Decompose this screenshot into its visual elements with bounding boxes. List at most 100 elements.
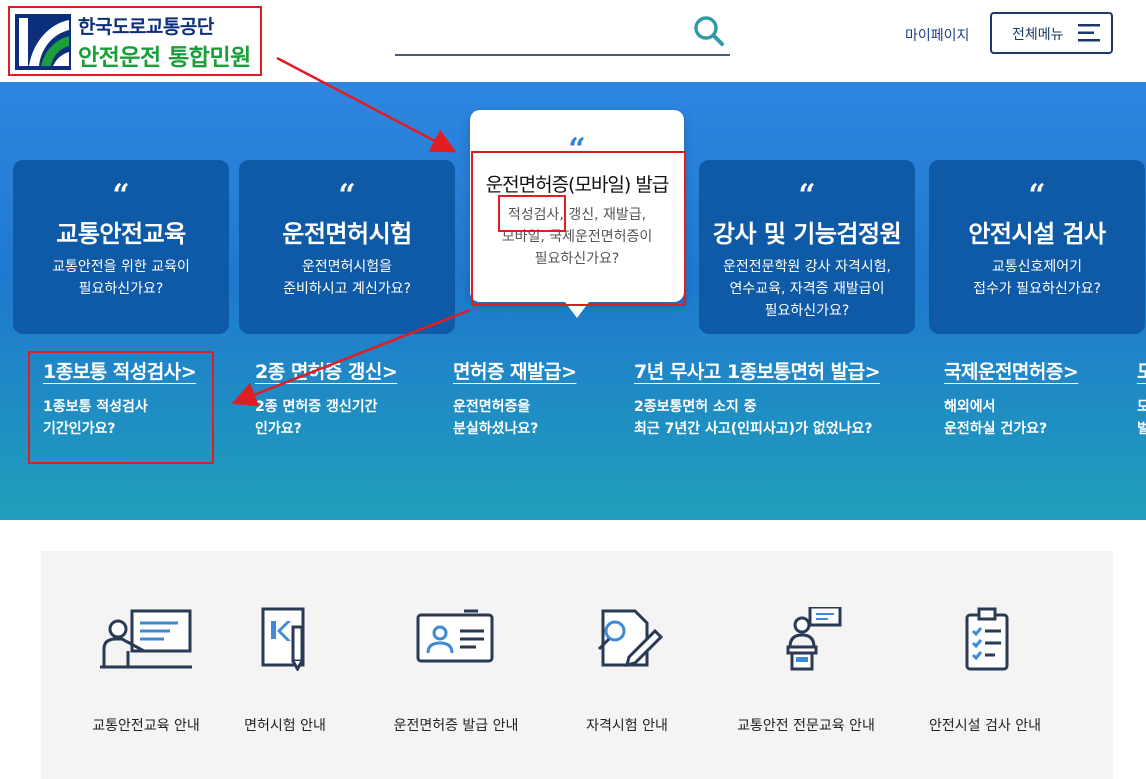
service-expert-education[interactable]: 교통안전 전문교육 안내 — [726, 607, 886, 735]
quick-link-desc-line: 2종 면허증 갱신기간 — [255, 399, 378, 415]
quick-link-title-text: 2종 면허증 갱신 — [255, 361, 382, 383]
quick-link-desc-line: 1종보통 적성검사 — [43, 399, 148, 415]
quick-link-desc-line: 벌 — [1137, 421, 1146, 437]
quick-link-desc: 2종보통면허 소지 중최근 7년간 사고(인피사고)가 없었나요? — [634, 396, 880, 440]
card-license-test[interactable]: “ 운전면허시험 운전면허시험을 준비하시고 계신가요? — [239, 160, 455, 334]
chevron-right-icon: > — [561, 361, 577, 383]
card-desc-line: 접수가 필요하신가요? — [973, 281, 1101, 297]
card-desc-line: 필요하신가요? — [78, 281, 164, 297]
service-license-test[interactable]: 면허시험 안내 — [205, 607, 365, 735]
quick-link-desc-line: 기간인가요? — [43, 421, 116, 437]
card-license-issuance[interactable]: “ 운전면허증(모바일) 발급 적성검사, 갱신, 재발급, 모바일, 국제운전… — [470, 110, 684, 302]
quick-link-title-text: 면허증 재발급 — [453, 361, 562, 383]
quick-link-title: 1종보통 적성검사> — [43, 357, 197, 384]
service-label: 교통안전 전문교육 안내 — [737, 718, 875, 734]
quick-link-title: 2종 면허증 갱신> — [255, 357, 398, 384]
quote-icon: “ — [568, 132, 586, 167]
card-desc-line: 필요하신가요? — [764, 303, 850, 319]
presentation-icon — [100, 609, 192, 669]
mypage-link[interactable]: 마이페이지 — [905, 25, 969, 45]
service-license-issuance[interactable]: 운전면허증 발급 안내 — [376, 607, 536, 735]
quick-link-desc-line: 모 — [1137, 399, 1146, 415]
license-document-icon — [261, 607, 305, 671]
service-name: 안전운전 통합민원 — [78, 45, 251, 71]
id-card-icon — [416, 609, 494, 663]
quick-link-desc: 1종보통 적성검사기간인가요? — [43, 396, 196, 440]
quick-link-desc-line: 운전하실 건가요? — [944, 421, 1048, 437]
quick-link-desc-line: 해외에서 — [944, 399, 996, 415]
all-menu-button[interactable]: 전체메뉴 — [990, 12, 1113, 54]
service-qualification-exam[interactable]: 자격시험 안내 — [547, 607, 707, 735]
services-panel: 교통안전교육 안내 면허시험 안내 운전면허증 발급 안내 자격시험 안내 교통… — [41, 551, 1113, 779]
card-title: 운전면허증(모바일) 발급 — [485, 174, 670, 196]
chevron-right-icon: > — [1062, 361, 1079, 383]
card-desc: 교통신호제어기 접수가 필요하신가요? — [935, 256, 1139, 300]
quote-icon: “ — [1028, 178, 1046, 213]
quick-link-desc: 2종 면허증 갱신기간인가요? — [255, 396, 397, 440]
card-title: 강사 및 기능검정원 — [712, 220, 902, 248]
card-desc-line: 필요하신가요? — [534, 251, 620, 267]
search-icon[interactable] — [692, 14, 726, 48]
quick-link-desc-line: 2종보통면허 소지 중 — [634, 399, 757, 415]
card-desc: 적성검사, 갱신, 재발급, 모바일, 국제운전면허증이 필요하신가요? — [476, 204, 678, 270]
service-safety-facility-inspection[interactable]: 안전시설 검사 안내 — [905, 607, 1065, 735]
card-safety-facility-inspection[interactable]: “ 안전시설 검사 교통신호제어기 접수가 필요하신가요? — [929, 160, 1145, 334]
service-label: 면허시험 안내 — [244, 718, 326, 734]
search-bar — [395, 12, 730, 56]
card-pointer — [565, 302, 589, 318]
service-label: 운전면허증 발급 안내 — [393, 718, 519, 734]
card-desc-line: 교통신호제어기 — [991, 259, 1083, 275]
card-desc: 교통안전을 위한 교육이 필요하신가요? — [19, 256, 223, 300]
card-desc-line: 모바일, 국제운전면허증이 — [501, 229, 653, 245]
card-desc-line: 운전전문학원 강사 자격시험, — [723, 259, 891, 275]
card-desc: 운전전문학원 강사 자격시험, 연수교육, 자격증 재발급이 필요하신가요? — [705, 256, 909, 322]
card-desc: 운전면허시험을 준비하시고 계신가요? — [245, 256, 449, 300]
org-name: 한국도로교통공단 — [78, 16, 214, 38]
service-traffic-safety-education[interactable]: 교통안전교육 안내 — [66, 607, 226, 735]
quote-icon: “ — [112, 178, 130, 213]
card-desc-line: 교통안전을 위한 교육이 — [52, 259, 190, 275]
quick-link-title: 국제운전면허증> — [944, 357, 1079, 384]
chevron-right-icon: > — [381, 361, 398, 383]
all-menu-label: 전체메뉴 — [1012, 27, 1064, 43]
card-desc-line: 준비하시고 계신가요? — [283, 281, 411, 297]
quick-link-aptitude-test[interactable]: 1종보통 적성검사> 1종보통 적성검사 기간인가요? — [43, 357, 197, 440]
card-desc-line: 적성검사, 갱신, 재발급, — [507, 207, 647, 223]
exam-paper-icon — [597, 609, 664, 668]
card-desc-line: 연수교육, 자격증 재발급이 — [729, 281, 885, 297]
card-title: 교통안전교육 — [56, 220, 186, 248]
hero-section: “ 교통안전교육 교통안전을 위한 교육이 필요하신가요? “ 운전면허시험 운… — [0, 82, 1146, 520]
quick-link-title-text: 1종보통 적성검사 — [43, 361, 181, 383]
quick-link-7year-accident-free[interactable]: 7년 무사고 1종보통면허 발급> 2종보통면허 소지 중최근 7년간 사고(인… — [634, 357, 881, 440]
service-label: 교통안전교육 안내 — [92, 718, 200, 734]
quick-link-desc: 해외에서운전하실 건가요? — [944, 396, 1078, 440]
checklist-clipboard-icon — [965, 607, 1009, 671]
quick-link-partial[interactable]: 모 모벌 — [1137, 357, 1146, 440]
quick-link-desc-line: 최근 7년간 사고(인피사고)가 없었나요? — [634, 421, 873, 437]
quick-link-license-reissue[interactable]: 면허증 재발급> 운전면허증을 분실하셨나요? — [453, 357, 577, 440]
card-desc-line: 운전면허시험을 — [301, 259, 393, 275]
quick-link-desc-line: 운전면허증을 — [453, 399, 531, 415]
chevron-right-icon: > — [864, 361, 881, 383]
quick-link-desc: 운전면허증을 분실하셨나요? — [453, 396, 576, 440]
koroad-logo-icon — [15, 14, 71, 70]
quick-link-title: 면허증 재발급> — [453, 357, 577, 384]
quick-link-title-text: 7년 무사고 1종보통면허 발급 — [634, 361, 865, 383]
quick-link-title: 모 — [1137, 361, 1146, 383]
quick-link-desc-line: 인가요? — [255, 421, 302, 437]
quick-link-license-renewal[interactable]: 2종 면허증 갱신> 2종 면허증 갱신기간인가요? — [255, 357, 398, 440]
quick-link-title: 7년 무사고 1종보통면허 발급> — [634, 357, 881, 384]
service-label: 자격시험 안내 — [586, 718, 668, 734]
site-header: 한국도로교통공단 안전운전 통합민원 마이페이지 전체메뉴 — [0, 0, 1146, 82]
chevron-right-icon: > — [180, 361, 197, 383]
card-traffic-safety-education[interactable]: “ 교통안전교육 교통안전을 위한 교육이 필요하신가요? — [13, 160, 229, 334]
lecturer-podium-icon — [786, 607, 842, 671]
quick-link-international-license[interactable]: 국제운전면허증> 해외에서운전하실 건가요? — [944, 357, 1079, 440]
logo[interactable]: 한국도로교통공단 안전운전 통합민원 — [8, 6, 262, 76]
search-input[interactable] — [395, 18, 689, 50]
quote-icon: “ — [798, 178, 816, 213]
hamburger-icon — [1078, 24, 1100, 42]
quick-link-desc: 모벌 — [1137, 396, 1146, 440]
card-title: 운전면허시험 — [282, 220, 412, 248]
card-instructor-examiner[interactable]: “ 강사 및 기능검정원 운전전문학원 강사 자격시험, 연수교육, 자격증 재… — [699, 160, 915, 334]
